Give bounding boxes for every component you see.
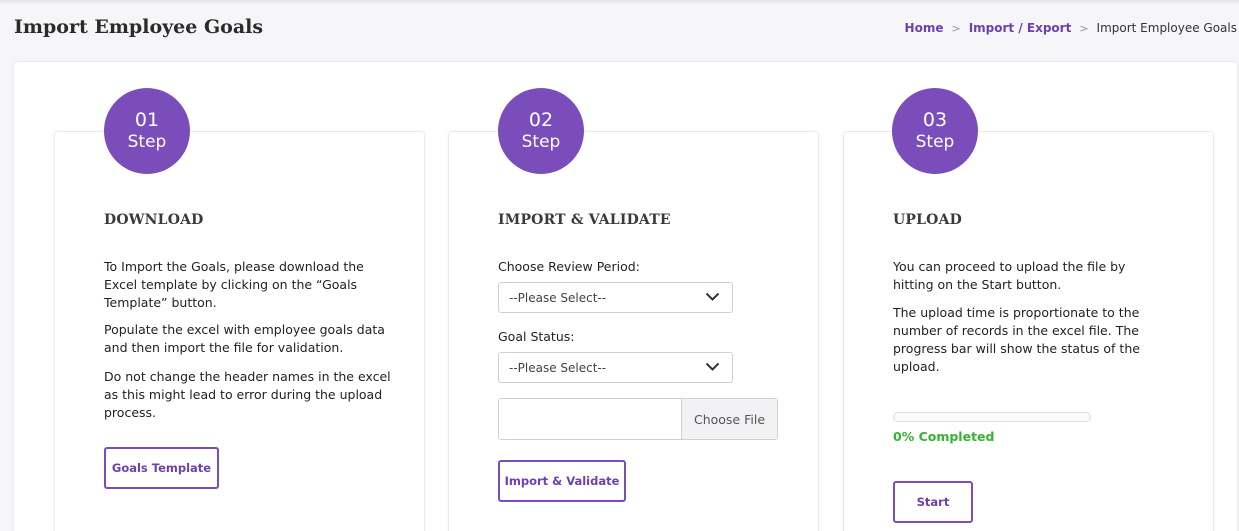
upload-progress-text: 0% Completed — [893, 429, 995, 444]
download-instructions-1: To Import the Goals, please download the… — [104, 259, 364, 310]
goals-template-button[interactable]: Goals Template — [104, 447, 219, 489]
review-period-select[interactable]: --Please Select-- — [498, 282, 733, 313]
breadcrumb-current: Import Employee Goals — [1096, 21, 1237, 35]
step-badge-01: 01 Step — [104, 88, 190, 174]
review-period-label: Choose Review Period: — [498, 259, 640, 274]
step-label: Step — [521, 132, 561, 153]
breadcrumb-separator-icon: > — [1079, 21, 1089, 35]
step-number: 02 — [528, 108, 554, 131]
step-title-import-validate: IMPORT & VALIDATE — [498, 212, 671, 228]
chevron-down-icon — [705, 292, 720, 301]
step-title-upload: UPLOAD — [893, 212, 962, 228]
start-button[interactable]: Start — [893, 481, 973, 523]
breadcrumb-import-export-link[interactable]: Import / Export — [969, 21, 1072, 35]
goal-status-label: Goal Status: — [498, 329, 575, 344]
goal-status-select[interactable]: --Please Select-- — [498, 352, 733, 383]
chevron-down-icon — [705, 362, 720, 371]
file-input[interactable]: Choose File — [498, 398, 778, 440]
step-number: 01 — [134, 108, 160, 131]
step-badge-03: 03 Step — [892, 88, 978, 174]
import-validate-button[interactable]: Import & Validate — [498, 460, 626, 502]
upload-instructions-1: You can proceed to upload the file by hi… — [893, 259, 1126, 292]
breadcrumb-separator-icon: > — [951, 21, 961, 35]
step-number: 03 — [922, 108, 948, 131]
download-instructions-3: Do not change the header names in the ex… — [104, 369, 391, 420]
step-label: Step — [915, 132, 955, 153]
goal-status-value: --Please Select-- — [509, 360, 607, 375]
breadcrumb: Home > Import / Export > Import Employee… — [905, 21, 1237, 35]
file-name-field[interactable] — [499, 399, 681, 439]
upload-instructions-2: The upload time is proportionate to the … — [893, 305, 1140, 374]
choose-file-button[interactable]: Choose File — [681, 399, 777, 439]
step-label: Step — [127, 132, 167, 153]
breadcrumb-home-link[interactable]: Home — [905, 21, 944, 35]
review-period-value: --Please Select-- — [509, 290, 607, 305]
upload-progress-bar — [893, 412, 1091, 422]
step-title-download: DOWNLOAD — [104, 212, 204, 228]
top-bar — [0, 0, 1239, 5]
page-title: Import Employee Goals — [14, 16, 264, 38]
step-badge-02: 02 Step — [498, 88, 584, 174]
download-instructions-2: Populate the excel with employee goals d… — [104, 322, 385, 355]
